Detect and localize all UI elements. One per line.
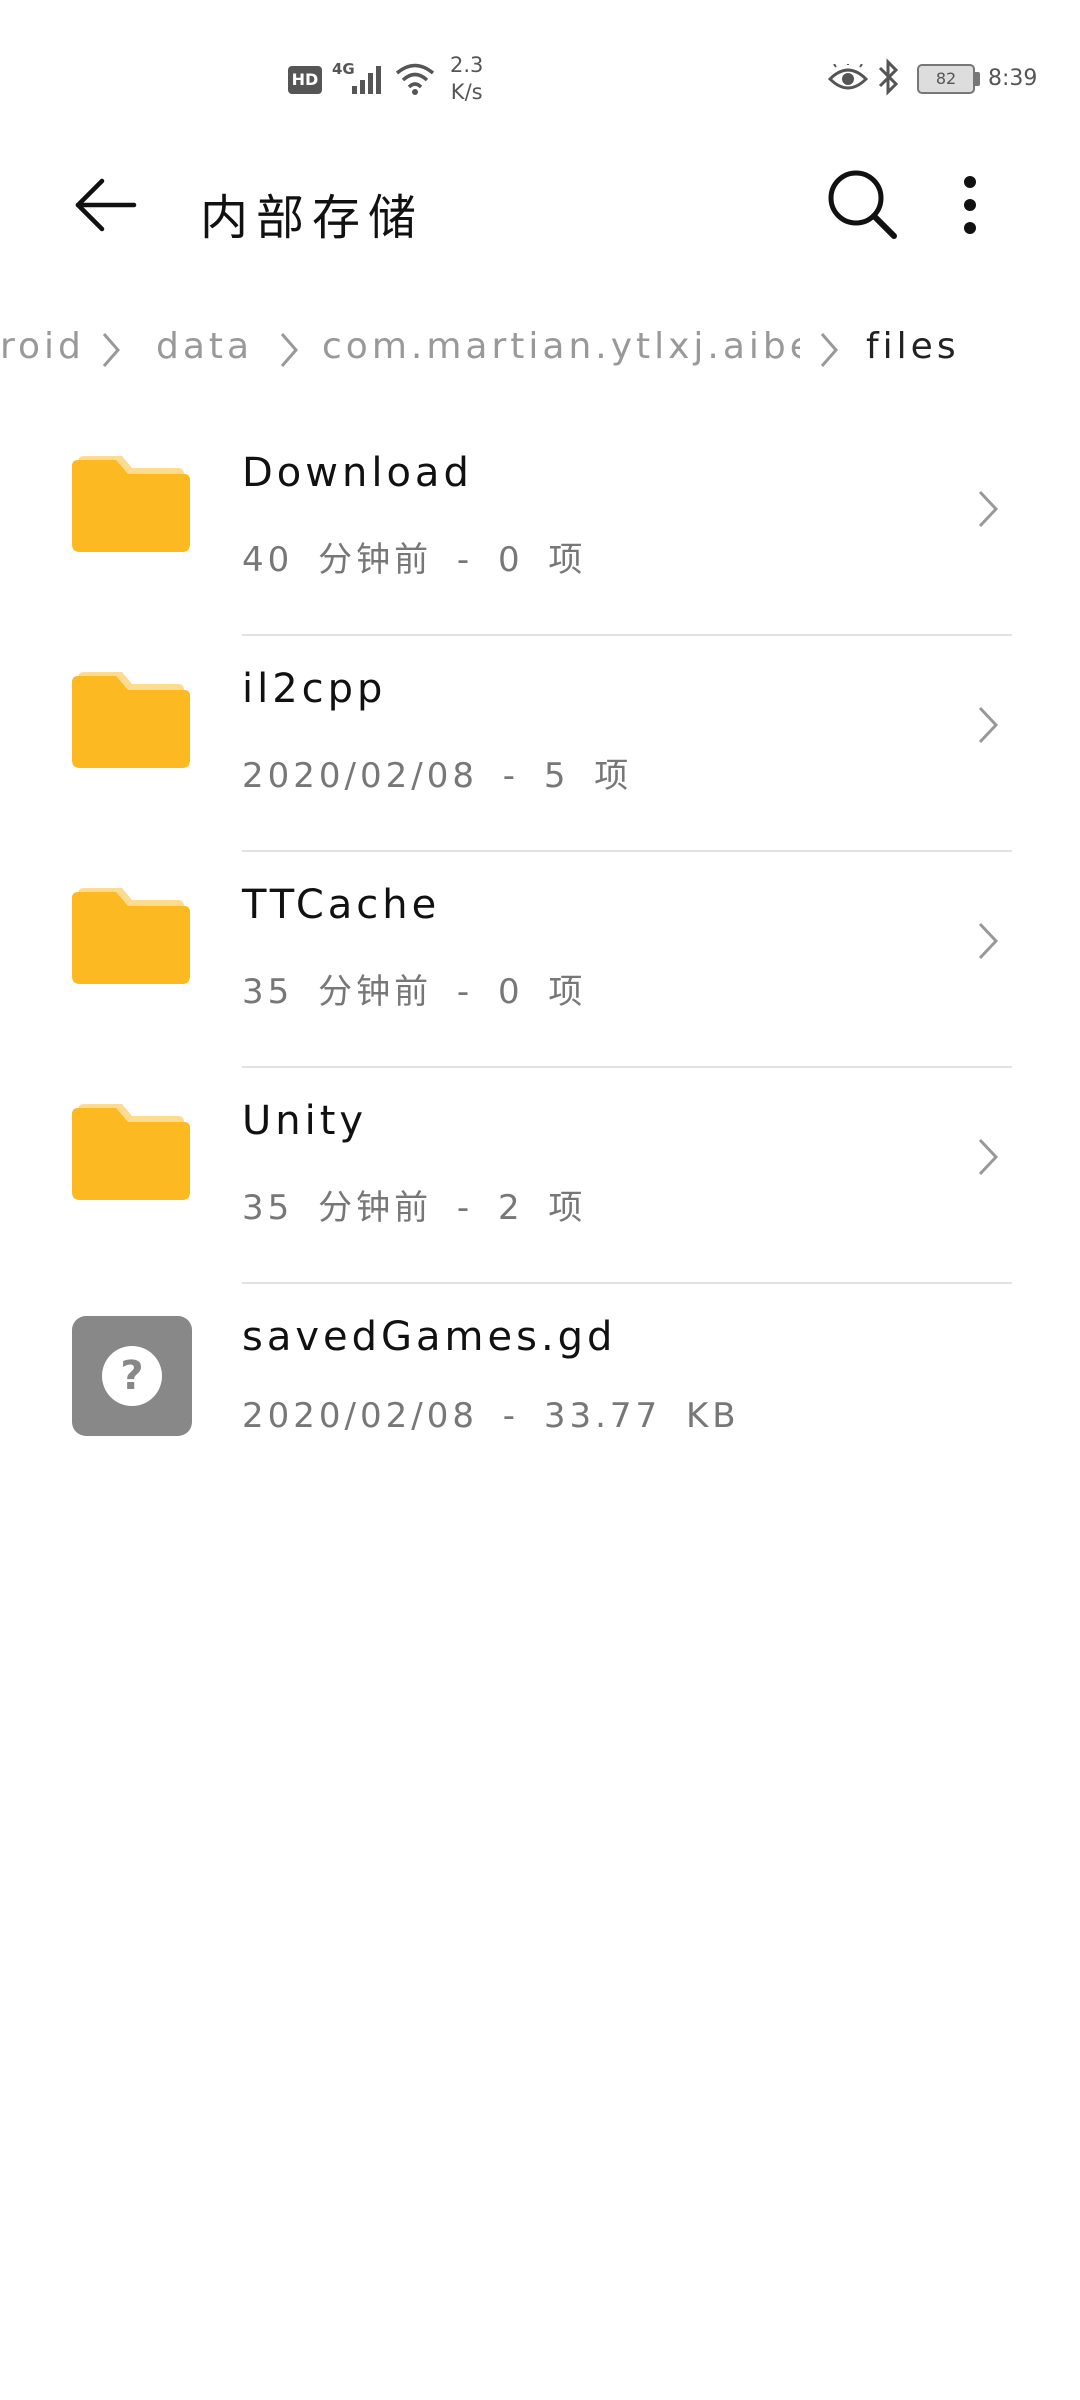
folder-row-ttcache[interactable]: TTCache 35 分钟前 - 0 项: [0, 852, 1080, 1068]
folder-icon: [72, 888, 190, 984]
search-button[interactable]: [818, 160, 908, 250]
chevron-right-icon: [978, 922, 999, 960]
file-name: Unity: [242, 1098, 368, 1144]
breadcrumb: roid data com.martian.ytlxj.aibei files: [0, 310, 1080, 390]
file-meta: 2020/02/08 - 33.77 KB: [242, 1396, 740, 1436]
signal-icon: [352, 66, 381, 94]
folder-row-download[interactable]: Download 40 分钟前 - 0 项: [0, 420, 1080, 636]
network-speed-unit: K/s: [450, 80, 483, 104]
arrow-left-icon: [75, 178, 137, 232]
file-name: savedGames.gd: [242, 1314, 617, 1360]
breadcrumb-item-android[interactable]: roid: [0, 326, 85, 367]
file-row-savedgames[interactable]: ? savedGames.gd 2020/02/08 - 33.77 KB: [0, 1284, 1080, 1500]
breadcrumb-item-current: files: [866, 326, 960, 367]
file-name: il2cpp: [242, 666, 387, 712]
chevron-right-icon: [280, 333, 298, 367]
chevron-right-icon: [102, 333, 120, 367]
network-speed: 2.3 K/s: [450, 52, 483, 106]
question-mark-icon: ?: [102, 1346, 162, 1406]
folder-row-il2cpp[interactable]: il2cpp 2020/02/08 - 5 项: [0, 636, 1080, 852]
file-meta: 35 分钟前 - 0 项: [242, 972, 587, 1012]
file-meta: 2020/02/08 - 5 项: [242, 756, 633, 796]
eye-comfort-icon: [828, 64, 868, 90]
page-title: 内部存储: [200, 190, 425, 246]
unknown-file-icon: ?: [72, 1316, 192, 1436]
battery-level: 82: [935, 69, 957, 88]
battery-icon: 82: [917, 64, 975, 94]
hd-badge: HD: [288, 66, 322, 94]
more-options-button[interactable]: [950, 160, 1030, 250]
bluetooth-icon: [878, 58, 899, 96]
file-name: Download: [242, 450, 473, 496]
chevron-right-icon: [978, 1138, 999, 1176]
breadcrumb-item-package[interactable]: com.martian.ytlxj.aibei: [322, 326, 800, 367]
more-vertical-icon: [964, 176, 976, 234]
folder-row-unity[interactable]: Unity 35 分钟前 - 2 项: [0, 1068, 1080, 1284]
network-speed-value: 2.3: [450, 53, 484, 77]
chevron-right-icon: [978, 490, 999, 528]
chevron-right-icon: [978, 706, 999, 744]
wifi-icon: [395, 63, 435, 95]
folder-icon: [72, 456, 190, 552]
status-bar: HD 4G 2.3 K/s 82 8:39: [0, 0, 1080, 160]
chevron-right-icon: [820, 333, 838, 367]
file-meta: 35 分钟前 - 2 项: [242, 1188, 587, 1228]
file-name: TTCache: [242, 882, 441, 928]
folder-icon: [72, 1104, 190, 1200]
breadcrumb-item-data[interactable]: data: [156, 326, 253, 367]
back-button[interactable]: [64, 160, 154, 250]
file-meta: 40 分钟前 - 0 项: [242, 540, 587, 580]
search-icon: [828, 170, 897, 239]
clock: 8:39: [988, 66, 1038, 91]
battery-tip: [975, 72, 980, 86]
folder-icon: [72, 672, 190, 768]
